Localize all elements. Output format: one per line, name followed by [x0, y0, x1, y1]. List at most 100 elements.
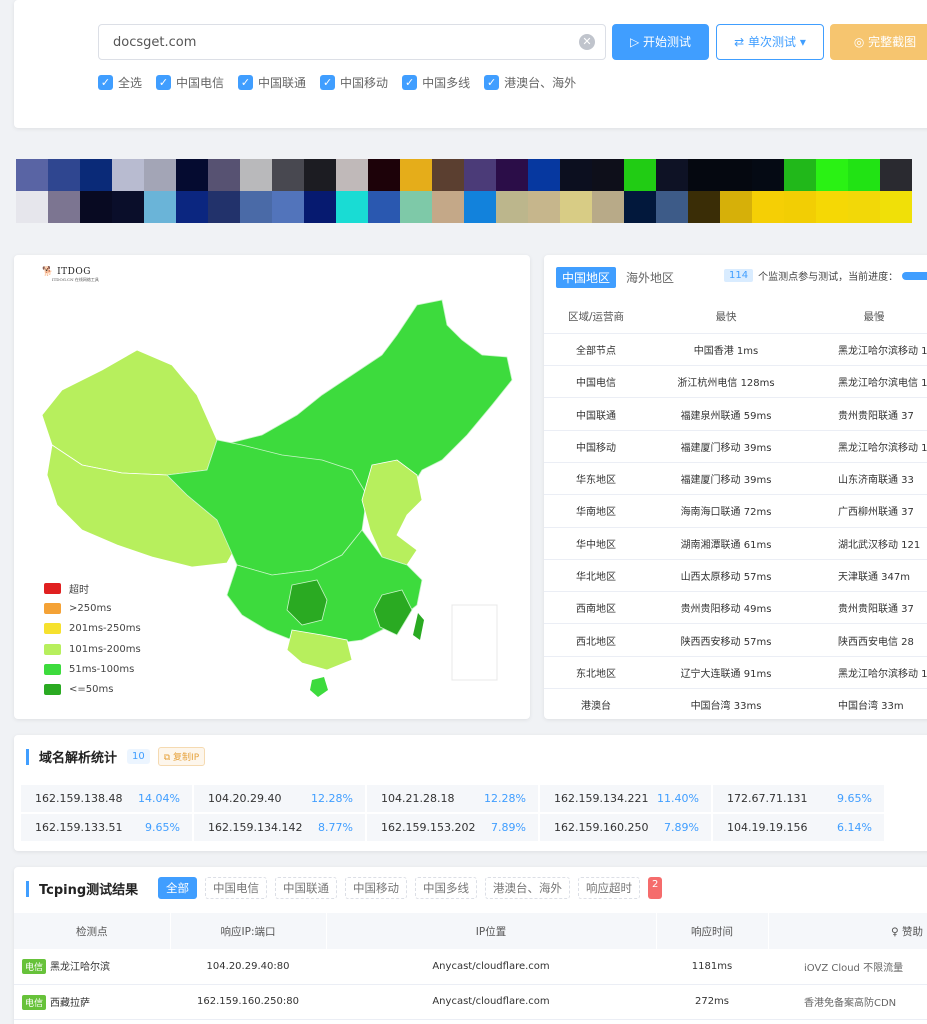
domain-input[interactable]	[113, 25, 573, 59]
clear-circle-icon[interactable]: ✕	[579, 34, 595, 50]
filter-mobile[interactable]: 中国移动	[345, 877, 407, 899]
column-header-ip-port: 响应IP:端口	[170, 913, 327, 949]
legend-label: 51ms-100ms	[69, 663, 135, 675]
dns-ip: 162.159.153.202	[381, 821, 476, 834]
checkbox-label: 全选	[118, 76, 143, 90]
dns-ip: 162.159.134.221	[554, 792, 649, 805]
probe-count-badge: 114	[724, 269, 754, 282]
checkbox-mobile[interactable]: ✓ 中国移动	[320, 74, 388, 91]
dns-ip-cell: 162.159.133.51 9.65%	[20, 813, 193, 842]
pixelated-ad-banner[interactable]	[16, 146, 927, 238]
legend-item: >250ms	[44, 598, 141, 618]
checkbox-select-all[interactable]: ✓ 全选	[98, 74, 142, 91]
table-row: 华东地区 福建厦门移动 39ms 山东济南联通 33	[544, 462, 927, 496]
mosaic-cell	[624, 191, 656, 223]
mosaic-cell	[880, 191, 912, 223]
filter-timeout[interactable]: 响应超时	[578, 877, 640, 899]
column-header-fastest: 最快	[648, 301, 804, 334]
table-header-row: 区域/运营商 最快 最慢	[544, 301, 927, 334]
legend-label: 101ms-200ms	[69, 643, 141, 655]
dns-percentage: 8.77%	[318, 821, 353, 834]
fastest-cell: 辽宁大连联通 91ms	[648, 656, 804, 690]
region-cell: 华中地区	[544, 527, 648, 560]
mosaic-cell	[16, 191, 48, 223]
legend-label: <=50ms	[69, 684, 114, 696]
checkbox-label: 港澳台、海外	[504, 76, 577, 90]
itdog-logo: 🐕 ITDOG ITDOG.CN 在线网络工具	[42, 267, 99, 282]
mosaic-cell	[80, 159, 112, 191]
checkbox-telecom[interactable]: ✓ 中国电信	[156, 74, 224, 91]
table-row: 华中地区 湖南湘潭联通 61ms 湖北武汉移动 121	[544, 527, 927, 560]
mosaic-cell	[112, 191, 144, 223]
dns-ip-cell: 104.20.29.40 12.28%	[193, 784, 366, 813]
response-time-cell: 272ms	[656, 984, 768, 1020]
copy-ip-button[interactable]: ⧉ 复制IP	[157, 747, 206, 766]
dns-ip: 162.159.134.142	[208, 821, 303, 834]
filter-telecom[interactable]: 中国电信	[205, 877, 267, 899]
column-header-response-time: 响应时间	[656, 913, 769, 949]
dns-ip-cell: 172.67.71.131 9.65%	[712, 784, 885, 813]
mosaic-cell	[528, 191, 560, 223]
latency-legend: 超时 >250ms 201ms-250ms 101ms-200ms 51ms-1…	[44, 578, 141, 700]
region-stats-body: 全部节点 中国香港 1ms 黑龙江哈尔滨移动 1 中国电信 浙江杭州电信 128ms 黑龙…	[544, 333, 927, 719]
region-tabs: 中国地区 海外地区	[556, 267, 674, 288]
mosaic-cell	[80, 191, 112, 223]
table-row: 港澳台 中国台湾 33ms 中国台湾 33m	[544, 688, 927, 719]
progress-bar	[902, 271, 927, 280]
single-test-dropdown-button[interactable]: ⇄ 单次测试 ▾	[716, 24, 824, 60]
mosaic-cell	[496, 159, 528, 191]
filter-multiline[interactable]: 中国多线	[415, 877, 477, 899]
sponsor-cell[interactable]: 香港免备案高防CDN	[768, 984, 927, 1020]
tab-overseas[interactable]: 海外地区	[626, 269, 674, 286]
checkbox-multiline[interactable]: ✓ 中国多线	[402, 74, 470, 91]
region-cell: 中国电信	[544, 365, 648, 399]
dns-ip-cell: 104.19.19.156 6.14%	[712, 813, 885, 842]
mosaic-cell	[432, 159, 464, 191]
dns-ip-cell: 162.159.134.142 8.77%	[193, 813, 366, 842]
dns-ip: 162.159.160.250	[554, 821, 649, 834]
isp-tag: 电信	[22, 994, 47, 1010]
table-row: 西北地区 陕西西安移动 57ms 陕西西安电信 28	[544, 623, 927, 657]
mosaic-cell	[816, 191, 848, 223]
mosaic-cell	[304, 191, 336, 223]
checkbox-overseas[interactable]: ✓ 港澳台、海外	[484, 74, 576, 91]
start-test-button[interactable]: ▷ 开始测试	[612, 24, 709, 60]
checkbox-label: 中国联通	[258, 76, 307, 90]
dns-percentage: 11.40%	[657, 792, 699, 805]
column-header-slowest: 最慢	[804, 301, 927, 334]
fastest-cell: 浙江杭州电信 128ms	[648, 365, 804, 399]
isp-tag: 电信	[22, 959, 47, 975]
dns-ip: 162.159.138.48	[35, 792, 123, 805]
sponsor-cell[interactable]: iOVZ Cloud 不限流量	[768, 949, 927, 985]
mosaic-cell	[112, 159, 144, 191]
fastest-cell: 福建泉州联通 59ms	[648, 397, 804, 431]
mosaic-cell	[240, 159, 272, 191]
mosaic-cell	[528, 159, 560, 191]
fastest-cell: 中国台湾 33ms	[648, 688, 804, 719]
full-screenshot-button[interactable]: ◎ 完整截图	[830, 24, 927, 60]
slowest-cell: 中国台湾 33m	[804, 688, 927, 719]
checkbox-unicom[interactable]: ✓ 中国联通	[238, 74, 306, 91]
mosaic-row	[16, 191, 912, 223]
mosaic-cell	[784, 159, 816, 191]
dns-ip: 104.19.19.156	[727, 821, 808, 834]
mosaic-cell	[592, 191, 624, 223]
filter-unicom[interactable]: 中国联通	[275, 877, 337, 899]
table-row: 中国电信 浙江杭州电信 128ms 黑龙江哈尔滨电信 1	[544, 365, 927, 399]
domain-search-box[interactable]: ✕	[98, 24, 606, 60]
checkbox-label: 中国多线	[422, 76, 471, 90]
slowest-cell: 贵州贵阳联通 37	[804, 397, 927, 431]
filter-all[interactable]: 全部	[158, 877, 197, 899]
mosaic-cell	[688, 191, 720, 223]
region-cell: 东北地区	[544, 656, 648, 690]
region-stats-panel: 中国地区 海外地区 114 个监测点参与测试，当前进度： 区域/运营商 最快 最…	[544, 255, 927, 719]
region-cell: 中国移动	[544, 430, 648, 463]
dns-title-text: 域名解析统计	[39, 751, 118, 766]
filter-overseas[interactable]: 港澳台、海外	[485, 877, 570, 899]
mosaic-cell	[816, 159, 848, 191]
dns-ip: 162.159.133.51	[35, 821, 123, 834]
checkmark-icon: ✓	[238, 75, 254, 90]
mosaic-cell	[48, 191, 80, 223]
mosaic-cell	[464, 159, 496, 191]
tab-china[interactable]: 中国地区	[556, 267, 617, 288]
